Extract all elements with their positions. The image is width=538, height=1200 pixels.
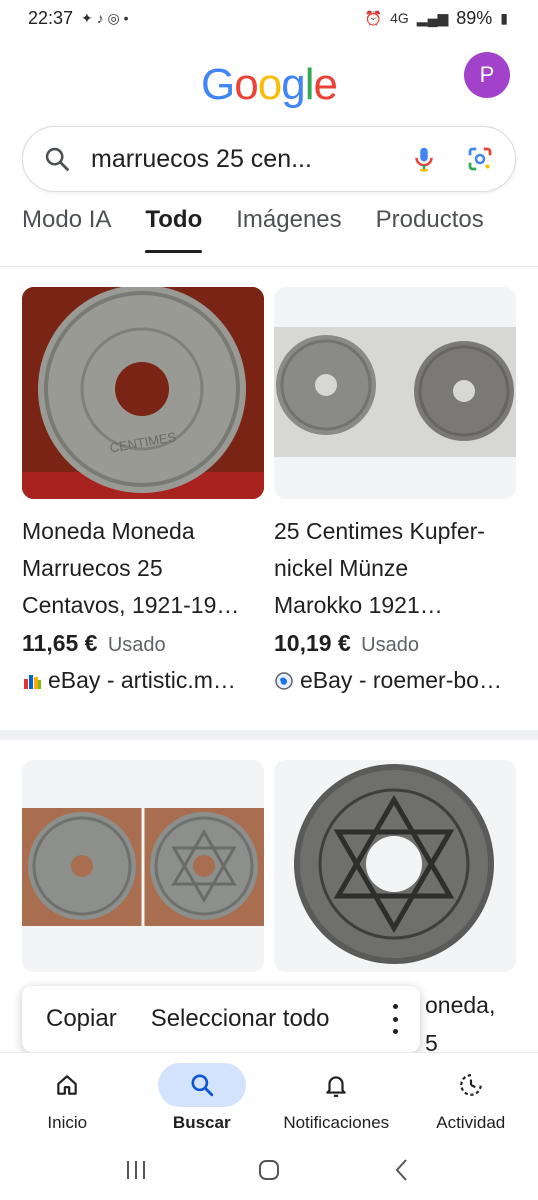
status-bar: 22:37 ✦ ♪ ◎ • ⏰ 4G ▂▄▆ 89% ▮ <box>0 0 538 36</box>
product-title[interactable]: 25 Centimes Kupfer- nickel Münze Marokko… <box>274 513 516 624</box>
tab-todo[interactable]: Todo <box>145 206 202 258</box>
product-price: 11,65 € Usado <box>22 630 264 657</box>
coin-image: CENTIMES <box>22 287 264 499</box>
more-options-icon[interactable] <box>392 1004 398 1034</box>
bell-icon <box>326 1076 346 1097</box>
nav-actividad[interactable]: Actividad <box>404 1053 538 1140</box>
seller-favicon <box>24 674 41 689</box>
product-seller[interactable]: eBay - roemer-bo… <box>274 667 516 694</box>
tab-productos[interactable]: Productos <box>376 206 484 258</box>
status-time: 22:37 <box>28 7 74 28</box>
battery-level: 89% <box>456 7 493 28</box>
search-box[interactable]: marruecos 25 cen... <box>22 126 516 192</box>
home-button-icon[interactable] <box>256 1157 282 1183</box>
recent-apps-icon[interactable] <box>123 1158 149 1182</box>
copy-button[interactable]: Copiar <box>46 1005 117 1033</box>
logo-letter: o <box>234 60 259 109</box>
product-card[interactable] <box>274 760 516 972</box>
logo-letter: o <box>257 60 283 109</box>
product-card[interactable]: 25 Centimes Kupfer- nickel Münze Marokko… <box>274 287 516 694</box>
product-card[interactable] <box>22 760 264 972</box>
globe-icon <box>275 671 293 690</box>
partial-title-text: oneda, <box>425 992 496 1018</box>
notification-icons: ✦ ♪ ◎ • <box>81 9 129 26</box>
logo-letter: e <box>313 60 338 109</box>
google-lens-icon[interactable] <box>465 144 495 174</box>
coin-image <box>22 808 264 926</box>
product-image[interactable] <box>274 760 516 972</box>
bottom-navigation: Inicio Buscar Notificaciones Actividad <box>0 1052 538 1140</box>
logo-letter: G <box>201 60 235 109</box>
coin-image <box>294 764 494 964</box>
nav-notificaciones[interactable]: Notificaciones <box>269 1053 404 1140</box>
product-seller[interactable]: eBay - artistic.m… <box>22 667 264 694</box>
price-value: 11,65 € <box>22 630 98 656</box>
seller-name: eBay - artistic.m… <box>48 667 236 693</box>
alarm-icon: ⏰ <box>364 9 383 26</box>
divider <box>0 266 538 267</box>
avatar[interactable]: P <box>464 52 510 98</box>
seller-name: eBay - roemer-bo… <box>300 667 502 693</box>
title-line: Marruecos 25 <box>22 555 163 581</box>
price-value: 10,19 € <box>274 630 351 656</box>
signal-icon: ▂▄▆ <box>416 9 449 26</box>
product-image[interactable] <box>22 760 264 972</box>
back-icon[interactable] <box>389 1157 415 1183</box>
nav-label: Buscar <box>172 1113 231 1132</box>
title-line: nickel Münze <box>274 555 409 581</box>
coin-image <box>274 327 516 457</box>
product-image[interactable]: CENTIMES <box>22 287 264 499</box>
product-card[interactable]: CENTIMES Moneda Moneda Marruecos 25 Cent… <box>22 287 264 694</box>
nav-label: Actividad <box>436 1113 506 1132</box>
product-image[interactable] <box>274 287 516 499</box>
network-type: 4G <box>390 10 409 26</box>
nav-label: Inicio <box>47 1113 88 1132</box>
title-line: Marokko 1921… <box>274 592 443 618</box>
logo-letter: g <box>281 60 306 109</box>
system-navigation <box>0 1140 538 1200</box>
section-separator <box>0 730 538 740</box>
product-condition: Usado <box>107 634 166 656</box>
search-input[interactable]: marruecos 25 cen... <box>91 145 383 174</box>
google-logo[interactable]: Google <box>0 60 538 110</box>
select-all-button[interactable]: Seleccionar todo <box>151 1005 330 1033</box>
product-price: 10,19 € Usado <box>274 630 516 657</box>
logo-letter: l <box>304 60 315 109</box>
microphone-icon[interactable] <box>409 144 439 174</box>
activity-icon <box>459 1074 482 1096</box>
tab-modo-ia[interactable]: Modo IA <box>22 206 111 258</box>
title-line: Centavos, 1921-19… <box>22 592 240 618</box>
search-icon <box>45 147 69 171</box>
nav-inicio[interactable]: Inicio <box>0 1053 135 1140</box>
title-line: 25 Centimes Kupfer- <box>274 518 485 544</box>
nav-label: Notificaciones <box>283 1113 390 1132</box>
battery-icon: ▮ <box>500 9 508 26</box>
nav-buscar[interactable]: Buscar <box>135 1053 270 1140</box>
product-title[interactable]: Moneda Moneda Marruecos 25 Centavos, 192… <box>22 513 264 624</box>
home-icon <box>57 1075 77 1095</box>
tab-imagenes[interactable]: Imágenes <box>236 206 341 258</box>
search-icon <box>191 1074 213 1097</box>
search-tabs: Modo IA Todo Imágenes Productos <box>22 206 538 258</box>
product-condition: Usado <box>361 634 419 656</box>
text-selection-menu: Copiar Seleccionar todo <box>22 986 420 1052</box>
title-line: Moneda Moneda <box>22 518 195 544</box>
